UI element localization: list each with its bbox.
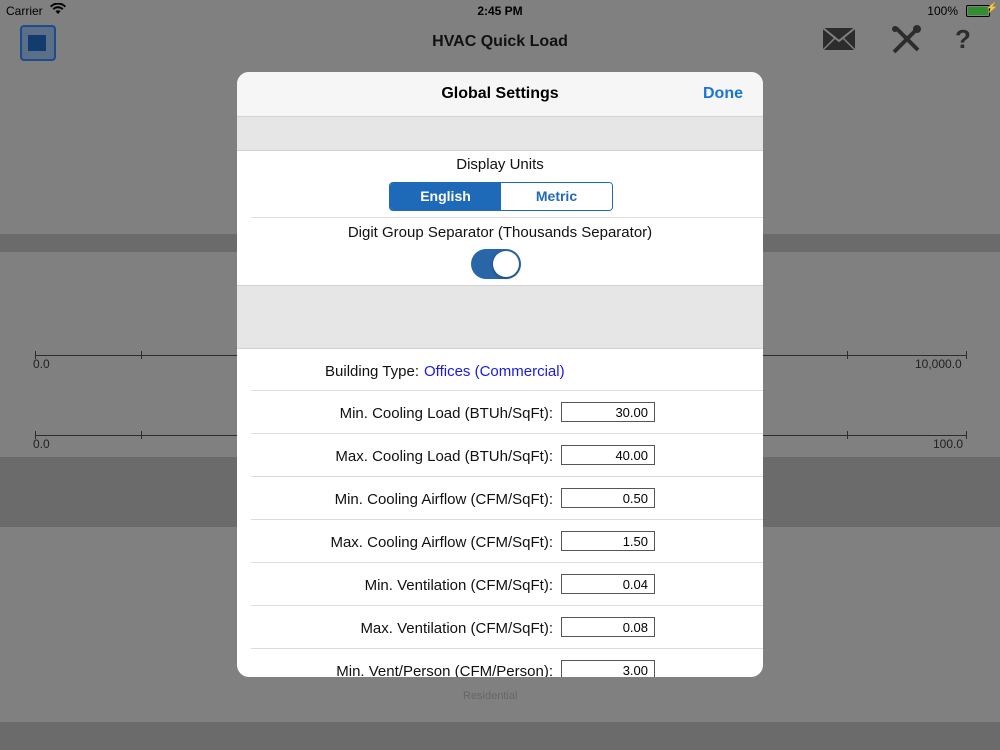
max-cooling-airflow-input[interactable] <box>561 531 655 551</box>
display-units-label: Display Units <box>456 156 544 173</box>
min-ventilation-input[interactable] <box>561 574 655 594</box>
help-icon[interactable]: ? <box>955 24 971 55</box>
background-footer <box>0 722 1000 750</box>
min-cooling-airflow-input[interactable] <box>561 488 655 508</box>
max-cooling-load-label: Max. Cooling Load (BTUh/SqFt): <box>335 448 553 465</box>
clock: 2:45 PM <box>477 4 523 18</box>
done-button[interactable]: Done <box>703 85 743 103</box>
units-english-segment[interactable]: English <box>390 183 501 210</box>
divider <box>251 605 763 606</box>
axis-2-min: 0.0 <box>33 437 50 451</box>
divider <box>251 519 763 520</box>
divider <box>251 390 763 391</box>
global-settings-modal: Global Settings Done Display Units Engli… <box>237 72 763 677</box>
min-vent-person-label: Min. Vent/Person (CFM/Person): <box>336 663 553 677</box>
min-vent-person-input[interactable] <box>561 660 655 677</box>
divider <box>251 217 763 218</box>
max-ventilation-label: Max. Ventilation (CFM/SqFt): <box>360 620 553 637</box>
divider <box>251 562 763 563</box>
min-ventilation-label: Min. Ventilation (CFM/SqFt): <box>364 577 553 594</box>
divider <box>251 648 763 649</box>
min-cooling-airflow-label: Min. Cooling Airflow (CFM/SqFt): <box>334 491 553 508</box>
max-cooling-airflow-label: Max. Cooling Airflow (CFM/SqFt): <box>330 534 553 551</box>
axis-2-max: 100.0 <box>933 437 964 451</box>
section-spacer-middle <box>237 285 763 349</box>
divider <box>251 433 763 434</box>
max-cooling-load-input[interactable] <box>561 445 655 465</box>
nav-bar: HVAC Quick Load ? <box>0 22 1000 65</box>
building-type-selector[interactable]: Offices (Commercial) <box>424 363 565 380</box>
thousands-separator-toggle[interactable] <box>471 249 521 279</box>
section-spacer-top <box>237 116 763 151</box>
separator-label: Digit Group Separator (Thousands Separat… <box>347 224 653 241</box>
charging-icon: ⚡ <box>985 3 998 14</box>
building-type-label: Building Type: <box>325 363 419 380</box>
modal-header: Global Settings Done <box>237 72 763 117</box>
min-cooling-load-label: Min. Cooling Load (BTUh/SqFt): <box>339 405 553 422</box>
background-obscured-label: Residential <box>463 690 518 702</box>
divider <box>251 476 763 477</box>
tools-icon[interactable] <box>890 24 922 63</box>
min-cooling-load-input[interactable] <box>561 402 655 422</box>
axis-1-min: 0.0 <box>33 357 50 371</box>
battery-percent: 100% <box>927 4 958 18</box>
max-ventilation-input[interactable] <box>561 617 655 637</box>
modal-title: Global Settings <box>441 85 559 102</box>
axis-1-max: 10,000.0 <box>915 357 962 371</box>
units-metric-segment[interactable]: Metric <box>501 183 612 210</box>
mail-icon[interactable] <box>822 27 856 58</box>
display-units-segmented-control[interactable]: English Metric <box>389 182 613 211</box>
status-bar: Carrier 2:45 PM 100% ⚡ <box>0 0 1000 22</box>
